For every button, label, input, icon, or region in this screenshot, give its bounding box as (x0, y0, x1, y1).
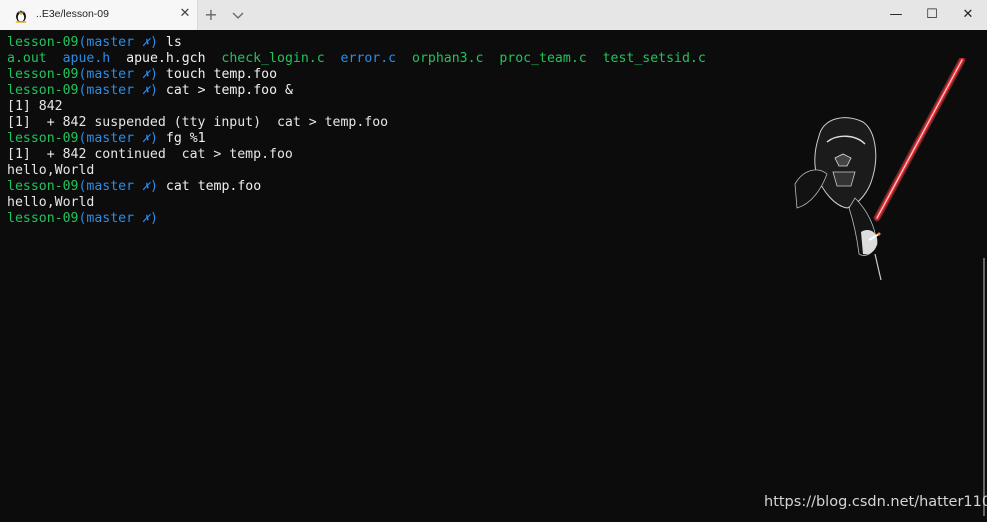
ls-entry: a.out (7, 51, 47, 66)
prompt-dirty-icon: ✗ (142, 131, 150, 146)
tab-bar: ..E3e/lesson-09 ✕ + — ☐ ✕ (0, 0, 987, 30)
new-tab-button[interactable]: + (202, 6, 220, 24)
terminal-line: [1] + 842 continued cat > temp.foo (7, 147, 293, 163)
ls-gap (110, 51, 126, 66)
prompt-dirty-icon: ✗ (142, 83, 150, 98)
prompt-branch: master (86, 179, 135, 194)
output-text: [1] 842 (7, 99, 63, 114)
darth-vader-lightsaber-image (794, 58, 966, 281)
terminal-line: lesson-09(master ✗) (7, 211, 166, 227)
terminal-line: lesson-09(master ✗) ls (7, 35, 182, 51)
command-text: ls (165, 35, 182, 50)
prompt-dirty-icon: ✗ (142, 211, 150, 226)
prompt-dir: lesson-09 (7, 67, 79, 82)
ls-gap (587, 51, 603, 66)
prompt-dir: lesson-09 (7, 83, 79, 98)
command-text: fg %1 (165, 131, 206, 146)
chevron-down-icon[interactable] (229, 6, 247, 24)
prompt-paren-close: ) (149, 83, 158, 98)
command-text: touch temp.foo (165, 67, 278, 82)
scrollbar-thumb[interactable] (983, 258, 985, 516)
prompt-paren-close: ) (149, 35, 158, 50)
output-text: hello,World (7, 163, 95, 178)
ls-gap (325, 51, 341, 66)
prompt-dir: lesson-09 (7, 131, 79, 146)
output-text: hello,World (7, 195, 95, 210)
prompt-paren-close: ) (149, 211, 158, 226)
prompt-branch: master (86, 131, 135, 146)
prompt-dir: lesson-09 (7, 35, 79, 50)
terminal-line: lesson-09(master ✗) cat > temp.foo & (7, 83, 293, 99)
minimize-button[interactable]: — (878, 0, 914, 30)
maximize-button[interactable]: ☐ (914, 0, 950, 30)
output-text: [1] + 842 suspended (tty input) cat > te… (7, 115, 389, 130)
prompt-branch: master (86, 35, 135, 50)
prompt-branch: master (86, 67, 135, 82)
terminal-line: [1] + 842 suspended (tty input) cat > te… (7, 115, 388, 131)
prompt-dirty-icon: ✗ (142, 67, 150, 82)
tab-close-icon[interactable]: ✕ (177, 6, 193, 22)
ls-entry: apue.h (62, 51, 111, 66)
terminal-line: a.out apue.h apue.h.gch check_login.c er… (7, 51, 706, 67)
prompt-paren-close: ) (149, 131, 158, 146)
ls-entry: error.c (340, 51, 397, 66)
terminal-line: hello,World (7, 195, 94, 211)
ls-entry: proc_team.c (499, 51, 587, 66)
prompt-paren-close: ) (149, 67, 158, 82)
command-text: cat > temp.foo & (165, 83, 293, 98)
prompt-dir: lesson-09 (7, 211, 79, 226)
tab-lesson-09[interactable]: ..E3e/lesson-09 ✕ (0, 0, 198, 30)
close-button[interactable]: ✕ (950, 0, 986, 30)
terminal-line: lesson-09(master ✗) cat temp.foo (7, 179, 261, 195)
terminal-line: lesson-09(master ✗) touch temp.foo (7, 67, 277, 83)
ls-entry: apue.h.gch (126, 51, 206, 66)
ls-gap (47, 51, 63, 66)
tab-title: ..E3e/lesson-09 (36, 8, 109, 20)
ls-gap (206, 51, 222, 66)
ls-gap (396, 51, 412, 66)
prompt-dirty-icon: ✗ (142, 179, 150, 194)
terminal-pane[interactable]: lesson-09(master ✗) ls a.out apue.h apue.… (0, 30, 987, 522)
ls-entry: check_login.c (221, 51, 325, 66)
terminal-line: lesson-09(master ✗) fg %1 (7, 131, 206, 147)
prompt-branch: master (86, 83, 135, 98)
prompt-branch: master (86, 211, 135, 226)
ls-entry: test_setsid.c (602, 51, 706, 66)
prompt-dirty-icon: ✗ (142, 35, 150, 50)
terminal-line: [1] 842 (7, 99, 63, 115)
linux-tux-icon (15, 10, 27, 23)
watermark-text: https://blog.csdn.net/hatter110 (764, 494, 987, 510)
ls-gap (483, 51, 499, 66)
terminal-window: ..E3e/lesson-09 ✕ + — ☐ ✕ lesson-09(mast… (0, 0, 987, 522)
ls-entry: orphan3.c (412, 51, 484, 66)
prompt-dir: lesson-09 (7, 179, 79, 194)
command-text: cat temp.foo (165, 179, 262, 194)
output-text: [1] + 842 continued cat > temp.foo (7, 147, 293, 162)
terminal-line: hello,World (7, 163, 94, 179)
prompt-paren-close: ) (149, 179, 158, 194)
